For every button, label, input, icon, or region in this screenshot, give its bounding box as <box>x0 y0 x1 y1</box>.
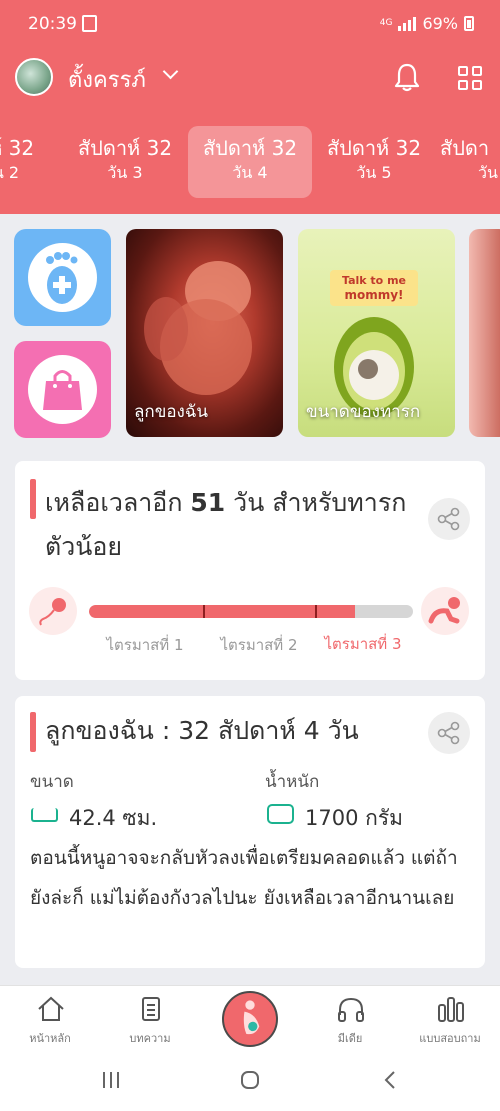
speech-bubble: Talk to me mommy! <box>330 270 418 306</box>
profile-name[interactable]: ตั้งครรภ์ <box>68 62 146 97</box>
nav-home[interactable]: หน้าหลัก <box>0 986 100 1052</box>
trimester-label: ไตรมาสที่ 1 <box>106 636 184 654</box>
nav-label: หน้าหลัก <box>29 1032 71 1045</box>
weight-value: 1700 กรัม <box>305 806 403 830</box>
crawl-glyph <box>428 597 460 624</box>
trimester-label: ไตรมาสที่ 2 <box>220 636 298 654</box>
section-accent <box>30 479 36 519</box>
recent-apps-icon[interactable] <box>100 1069 122 1091</box>
article-icon <box>142 997 160 1021</box>
pregnancy-icon <box>243 1000 260 1035</box>
status-time: 20:39 <box>28 14 77 34</box>
battery-percent: 69% <box>422 14 458 33</box>
battery-icon <box>464 16 474 31</box>
countdown-prefix: เหลือเวลาอีก <box>45 488 191 517</box>
grid-menu-icon[interactable] <box>458 66 482 90</box>
back-icon[interactable] <box>380 1069 402 1091</box>
baby-crawling-icon <box>421 587 469 635</box>
pregnancy-center-button[interactable] <box>222 991 278 1047</box>
day-tab-selected[interactable]: สัปดาห์ 32 วัน 4 <box>188 126 312 198</box>
next-card-peek[interactable] <box>469 229 500 437</box>
day-tab[interactable]: สัปดา วัน <box>440 126 500 198</box>
card-caption: ขนาดของทารก <box>306 402 421 422</box>
home-icon <box>38 996 64 1021</box>
size-label: ขนาด <box>30 772 74 792</box>
day-tab-day: วัน <box>478 163 498 182</box>
foot-icon-bg <box>28 243 97 312</box>
headphones-icon <box>338 997 364 1022</box>
system-nav-bar <box>0 1051 500 1111</box>
status-indicators: 4G 69% <box>380 14 474 33</box>
baby-kick-button[interactable] <box>14 229 111 326</box>
nav-survey[interactable]: แบบสอบถาม <box>400 986 500 1052</box>
ruler-icon <box>31 808 58 822</box>
poll-icon <box>438 997 464 1022</box>
share-icon <box>437 721 460 745</box>
nav-label: บทความ <box>129 1032 171 1045</box>
home-system-icon[interactable] <box>239 1069 261 1091</box>
day-tab-day: วัน 3 <box>107 163 143 182</box>
trimester-divider <box>203 605 205 618</box>
hospital-bag-button[interactable] <box>14 341 111 438</box>
day-tab-week: สัปดาห์ 32 <box>202 136 298 160</box>
share-button[interactable] <box>428 498 470 540</box>
size-value: 42.4 ซม. <box>69 806 158 830</box>
nav-label: แบบสอบถาม <box>419 1032 481 1045</box>
bubble-line: Talk to me <box>342 274 406 287</box>
weight-label: น้ำหนัก <box>265 772 320 792</box>
countdown-panel: เหลือเวลาอีก 51 วัน สำหรับทารกตัวน้อย ไต… <box>15 461 485 680</box>
avatar[interactable] <box>15 58 53 96</box>
pregnancy-progress-bar <box>89 605 413 618</box>
scale-icon <box>267 804 294 824</box>
chevron-down-icon[interactable] <box>162 63 179 80</box>
nav-label: มีเดีย <box>337 1032 363 1045</box>
trimester-divider <box>315 605 317 618</box>
day-tab[interactable]: าห์ 32 น 2 <box>0 126 68 198</box>
trimester-label-current: ไตรมาสที่ 3 <box>324 635 402 653</box>
app-header: 20:39 4G 69% ตั้งครรภ์ าห์ 32 น 2 สัปดาห… <box>0 0 500 214</box>
gallery-notification-icon <box>82 15 97 32</box>
day-tab-day: วัน 4 <box>232 163 268 182</box>
share-button[interactable] <box>428 712 470 754</box>
countdown-title: เหลือเวลาอีก 51 วัน สำหรับทารกตัวน้อย <box>45 481 415 569</box>
section-accent <box>30 712 36 752</box>
baby-info-panel: ลูกของฉัน : 32 สัปดาห์ 4 วัน ขนาด น้ำหนั… <box>15 696 485 968</box>
nav-articles[interactable]: บทความ <box>100 986 200 1052</box>
nav-media[interactable]: มีเดีย <box>300 986 400 1052</box>
day-tab-day: น 2 <box>0 163 20 182</box>
day-tab[interactable]: สัปดาห์ 32 วัน 5 <box>312 126 436 198</box>
my-baby-card[interactable]: ลูกของฉัน <box>126 229 283 437</box>
bubble-line: mommy! <box>344 288 404 302</box>
countdown-days: 51 <box>190 488 226 517</box>
signal-icon <box>398 16 417 31</box>
card-caption: ลูกของฉัน <box>134 402 209 422</box>
share-icon <box>437 507 460 531</box>
bag-icon-bg <box>28 355 97 424</box>
network-type: 4G <box>379 18 393 28</box>
day-tab-week: สัปดาห์ 32 <box>77 136 173 160</box>
day-tab-week: สัปดาห์ 32 <box>326 136 422 160</box>
sperm-glyph <box>39 598 66 626</box>
baby-title: ลูกของฉัน : 32 สัปดาห์ 4 วัน <box>45 716 359 745</box>
foot-icon <box>46 252 78 304</box>
baby-size-card[interactable]: Talk to me mommy! ขนาดของทารก <box>298 229 455 437</box>
baby-description: ตอนนี้หนูอาจจะกลับหัวลงเพื่อเตรียมคลอดแล… <box>30 847 458 909</box>
day-tab-day: วัน 5 <box>356 163 392 182</box>
bell-icon[interactable] <box>394 62 420 92</box>
day-tab[interactable]: สัปดาห์ 32 วัน 3 <box>63 126 187 198</box>
bag-icon <box>43 370 82 410</box>
conception-icon <box>29 587 77 635</box>
day-tab-week: สัปดา <box>440 136 490 160</box>
status-bar: 20:39 4G 69% <box>0 0 500 50</box>
day-tab-week: าห์ 32 <box>0 136 35 160</box>
